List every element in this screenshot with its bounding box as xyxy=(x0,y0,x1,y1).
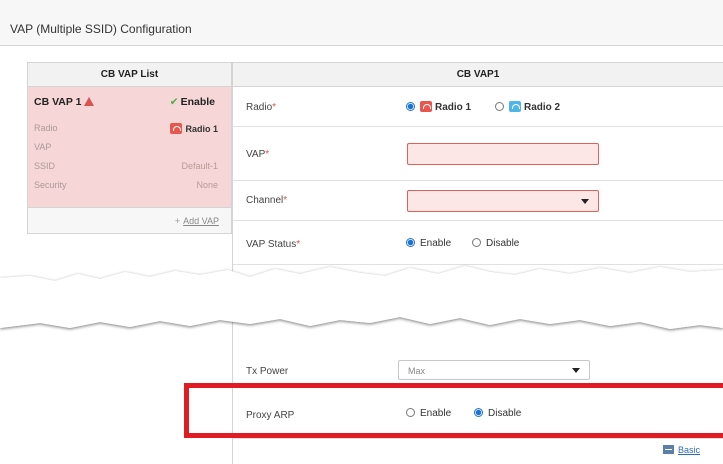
wifi-icon xyxy=(170,123,183,134)
vap-card-field-security: Security None xyxy=(34,180,218,190)
vap-status-enable[interactable]: Enable xyxy=(406,238,451,249)
vap-card-status-text: Enable xyxy=(180,96,215,108)
field-label: Security xyxy=(34,180,67,190)
page-title-bar: VAP (Multiple SSID) Configuration xyxy=(0,0,723,46)
required-marker: * xyxy=(272,102,277,113)
vap-card-field-ssid: SSID Default-1 xyxy=(34,161,218,171)
basic-link[interactable]: Basic xyxy=(662,445,700,455)
field-value: None xyxy=(196,180,218,190)
add-vap-label: Add VAP xyxy=(183,216,219,226)
radio-button[interactable] xyxy=(472,238,481,247)
vap-status-label-text: VAP Status xyxy=(246,239,297,250)
channel-row: Channel* xyxy=(233,181,723,221)
warning-icon xyxy=(84,97,95,106)
channel-label: Channel* xyxy=(246,195,287,206)
torn-edge-divider xyxy=(0,266,723,329)
chevron-down-icon xyxy=(581,199,589,204)
vap-list-panel: CB VAP List CB VAP 1 ✔ Enable Radio Radio… xyxy=(27,62,232,234)
field-label: VAP xyxy=(34,142,52,152)
tx-power-select[interactable]: Max xyxy=(398,360,590,380)
channel-select[interactable] xyxy=(407,190,599,212)
radio-label: Radio* xyxy=(246,102,276,113)
vap-row: VAP* xyxy=(233,127,723,181)
required-marker: * xyxy=(265,149,270,160)
vap-card[interactable]: CB VAP 1 ✔ Enable Radio Radio 1 VAP SSID … xyxy=(28,87,231,207)
basic-label: Basic xyxy=(677,445,700,455)
vap-card-field-vap: VAP xyxy=(34,142,218,152)
field-label: SSID xyxy=(34,161,56,171)
wifi-icon xyxy=(420,101,432,112)
field-value: Default-1 xyxy=(181,161,218,171)
vap-status-disable-label: Disable xyxy=(486,238,520,249)
vap-label-text: VAP xyxy=(246,149,266,160)
vap-status-row: VAP Status* Enable Disable xyxy=(233,221,723,265)
tx-power-value: Max xyxy=(408,366,426,376)
field-label: Radio xyxy=(34,123,58,133)
highlight-box xyxy=(184,383,723,438)
radio-button-selected[interactable] xyxy=(406,102,415,111)
vap-label: VAP* xyxy=(246,149,269,160)
checkmark-icon: ✔ xyxy=(169,96,179,108)
vap-status-disable[interactable]: Disable xyxy=(472,238,519,249)
add-vap-link[interactable]: + Add VAP xyxy=(175,216,219,226)
radio-button[interactable] xyxy=(495,102,504,111)
vap-input[interactable] xyxy=(407,143,599,165)
required-marker: * xyxy=(296,239,301,250)
radio-option-1-label: Radio 1 xyxy=(435,102,472,113)
vap-card-name: CB VAP 1 xyxy=(34,96,95,108)
radio-option-1[interactable]: Radio 1 xyxy=(406,101,471,113)
radio-option-2-label: Radio 2 xyxy=(524,102,561,113)
radio-label-text: Radio xyxy=(246,102,273,113)
radio-row: Radio* Radio 1 Radio 2 xyxy=(233,87,723,127)
vap-status-enable-label: Enable xyxy=(420,238,452,249)
add-vap-row: + Add VAP xyxy=(28,207,231,233)
channel-label-text: Channel xyxy=(246,195,284,206)
field-value-text: Radio 1 xyxy=(185,124,218,134)
vap-card-field-radio: Radio Radio 1 xyxy=(34,123,218,134)
page-title: VAP (Multiple SSID) Configuration xyxy=(10,22,192,36)
radio-option-2[interactable]: Radio 2 xyxy=(495,101,560,113)
vap-list-header: CB VAP List xyxy=(28,63,231,87)
collapse-icon xyxy=(662,445,674,454)
tx-power-row: Tx Power Max xyxy=(233,351,723,387)
wifi-icon xyxy=(509,101,521,112)
vap-card-status: ✔ Enable xyxy=(170,96,215,108)
radio-button-selected[interactable] xyxy=(406,238,415,247)
vap-card-name-text: CB VAP 1 xyxy=(34,96,82,108)
required-marker: * xyxy=(283,195,288,206)
vap-form-header: CB VAP1 xyxy=(233,63,723,87)
tx-power-label: Tx Power xyxy=(246,366,289,377)
plus-icon: + xyxy=(174,216,181,226)
field-value: Radio 1 xyxy=(170,123,218,134)
vap-status-label: VAP Status* xyxy=(246,239,300,250)
chevron-down-icon xyxy=(572,368,580,373)
